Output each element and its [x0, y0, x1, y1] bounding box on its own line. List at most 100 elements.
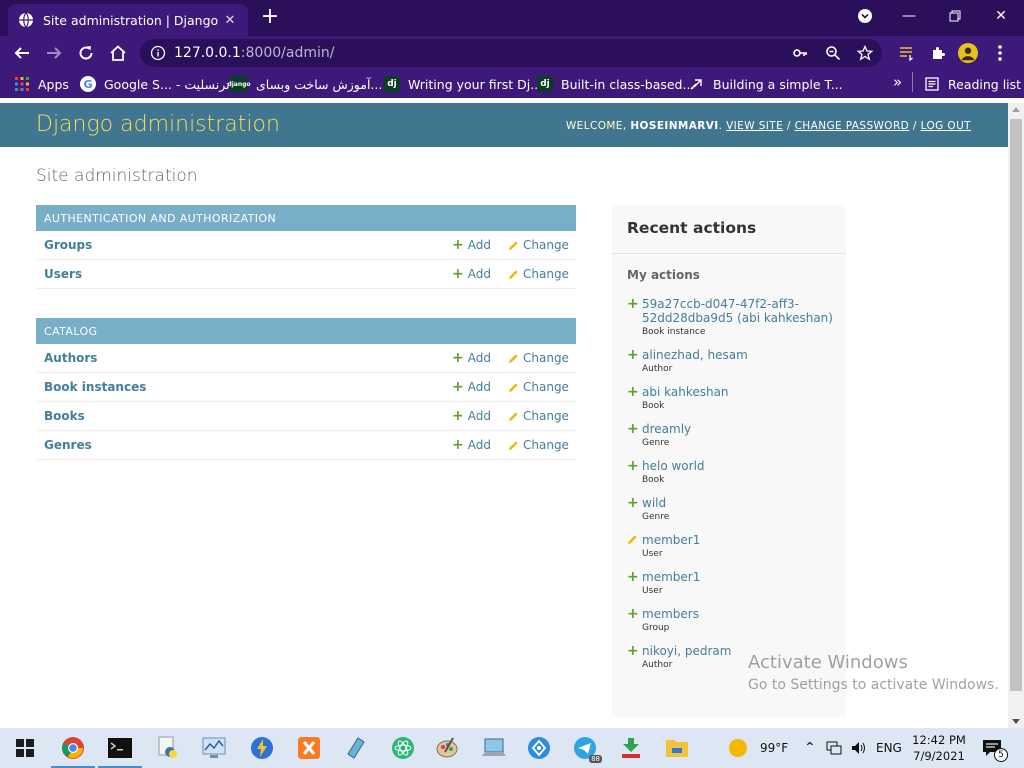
restore-icon[interactable] [944, 6, 966, 26]
scroll-down-arrow-icon[interactable] [1012, 719, 1020, 724]
extensions-puzzle-icon[interactable] [928, 43, 948, 63]
language-indicator[interactable]: ENG [876, 728, 902, 768]
windows-taskbar: 88 99°F ⌃ ENG 12:42 PM 7/9/2021 5 [0, 728, 1024, 768]
reading-list-toolbar-icon[interactable] [896, 43, 916, 63]
reload-icon[interactable] [74, 41, 98, 65]
log-out-link[interactable]: LOG OUT [921, 120, 971, 132]
back-arrow-icon[interactable] [10, 41, 34, 65]
bookmark-star-icon[interactable] [857, 45, 873, 61]
forward-arrow-icon[interactable] [42, 41, 66, 65]
browser-tab-active[interactable]: Site administration | Django site admin … [8, 4, 248, 36]
model-link-groups[interactable]: Groups [44, 238, 92, 252]
menu-kebab-icon[interactable] [990, 43, 1010, 63]
recent-actions-list: + 59a27ccb-d047-47f2-aff3-52dd28dba9d5 (… [627, 296, 837, 681]
bookmark-google-translate[interactable]: G Google S... - ترنسليت [80, 76, 230, 92]
action-link[interactable]: alinezhad, hesam [642, 348, 837, 362]
bookmark-persian-django[interactable]: django آموزش ساخت وبسای... [227, 76, 382, 92]
action-link[interactable]: members [642, 607, 837, 621]
pencil-icon [508, 382, 518, 392]
sync-app-taskbar-icon[interactable] [526, 735, 552, 761]
file-explorer-taskbar-icon[interactable] [664, 735, 690, 761]
model-link-books[interactable]: Books [44, 409, 85, 423]
add-genres-button[interactable]: + Add [452, 438, 491, 452]
reading-list-button[interactable]: Reading list [924, 76, 1021, 92]
tab-close-icon[interactable]: ✕ [222, 12, 238, 28]
pencil-icon [508, 240, 518, 250]
key-icon[interactable] [792, 45, 808, 61]
action-link[interactable]: dreamly [642, 422, 837, 436]
new-tab-plus-icon[interactable]: + [260, 6, 280, 28]
system-monitor-taskbar-icon[interactable] [201, 735, 227, 761]
action-link[interactable]: member1 [642, 533, 837, 547]
action-content-type: Genre [642, 438, 670, 448]
terminal-taskbar-icon[interactable] [98, 735, 142, 768]
windows-start-icon[interactable] [12, 735, 38, 761]
scroll-up-arrow-icon[interactable] [1012, 107, 1020, 112]
xampp-taskbar-icon[interactable] [296, 735, 322, 761]
paint-taskbar-icon[interactable] [434, 735, 460, 761]
system-clock[interactable]: 12:42 PM 7/9/2021 [906, 732, 972, 764]
model-row-book-instances: Book instances + Add Change [36, 373, 576, 402]
action-link[interactable]: helo world [642, 459, 837, 473]
python-taskbar-icon[interactable] [155, 735, 181, 761]
network-icon[interactable] [826, 728, 842, 768]
minimize-icon[interactable]: — [898, 6, 920, 26]
change-book-instances-button[interactable]: Change [508, 380, 569, 394]
add-book-instances-button[interactable]: + Add [452, 380, 491, 394]
zoom-icon[interactable] [825, 45, 841, 61]
module-caption-catalog[interactable]: Catalog [36, 318, 576, 344]
change-users-button[interactable]: Change [508, 267, 569, 281]
pencil-icon [508, 440, 518, 450]
add-authors-button[interactable]: + Add [452, 351, 491, 365]
volume-icon[interactable] [850, 728, 866, 768]
add-books-button[interactable]: + Add [452, 409, 491, 423]
bookmark-writing-first-django[interactable]: dj Writing your first Dj... [384, 76, 542, 92]
bookmark-apps[interactable]: Apps [14, 76, 69, 92]
bookmark-class-based-views[interactable]: dj Built-in class-based... [537, 76, 694, 92]
change-genres-button[interactable]: Change [508, 438, 569, 452]
view-site-link[interactable]: VIEW SITE [726, 120, 783, 132]
bolt-app-taskbar-icon[interactable] [249, 735, 275, 761]
model-link-genres[interactable]: Genres [44, 438, 92, 452]
tab-search-icon[interactable] [854, 6, 876, 26]
bookmarks-overflow-chevron-icon[interactable]: » [893, 73, 902, 91]
bookmark-building-simple[interactable]: Building a simple T... [689, 76, 843, 92]
action-link[interactable]: member1 [642, 570, 837, 584]
close-window-icon[interactable]: ✕ [990, 6, 1012, 26]
module-caption-auth[interactable]: Authentication and Authorization [36, 205, 576, 231]
list-item: + abi kahkeshan Book [627, 384, 837, 411]
site-branding[interactable]: Django administration [36, 112, 280, 137]
notifications-icon[interactable]: 5 [982, 728, 1008, 768]
change-books-button[interactable]: Change [508, 409, 569, 423]
home-icon[interactable] [106, 41, 130, 65]
model-link-book-instances[interactable]: Book instances [44, 380, 146, 394]
telegram-taskbar-icon[interactable]: 88 [572, 735, 602, 763]
scrollbar-thumb[interactable] [1010, 119, 1022, 691]
download-manager-taskbar-icon[interactable] [618, 735, 644, 761]
change-authors-button[interactable]: Change [508, 351, 569, 365]
profile-avatar[interactable] [958, 43, 978, 63]
model-link-users[interactable]: Users [44, 267, 82, 281]
model-row-books: Books + Add Change [36, 402, 576, 431]
model-row-users: Users + Add Change [36, 260, 576, 289]
tray-chevron-up-icon[interactable]: ⌃ [804, 728, 816, 768]
action-link[interactable]: abi kahkeshan [642, 385, 837, 399]
action-link[interactable]: 59a27ccb-d047-47f2-aff3-52dd28dba9d5 (ab… [642, 297, 837, 325]
laptop-taskbar-icon[interactable] [481, 735, 507, 761]
action-link[interactable]: wild [642, 496, 837, 510]
addition-plus-icon: + [627, 606, 639, 622]
model-link-authors[interactable]: Authors [44, 351, 97, 365]
change-groups-button[interactable]: Change [508, 238, 569, 252]
add-groups-button[interactable]: + Add [452, 238, 491, 252]
pencil-icon [508, 353, 518, 363]
page-scrollbar[interactable] [1008, 103, 1024, 728]
chrome-taskbar-icon[interactable] [51, 735, 95, 768]
recent-actions-divider [612, 253, 846, 254]
add-users-button[interactable]: + Add [452, 267, 491, 281]
notes-taskbar-icon[interactable] [343, 735, 369, 761]
atom-taskbar-icon[interactable] [390, 735, 416, 761]
weather-widget[interactable]: 99°F [728, 728, 788, 768]
address-bar[interactable]: 127.0.0.1:8000/admin/ [140, 39, 882, 67]
change-password-link[interactable]: CHANGE PASSWORD [795, 120, 910, 132]
info-icon[interactable] [150, 45, 166, 61]
